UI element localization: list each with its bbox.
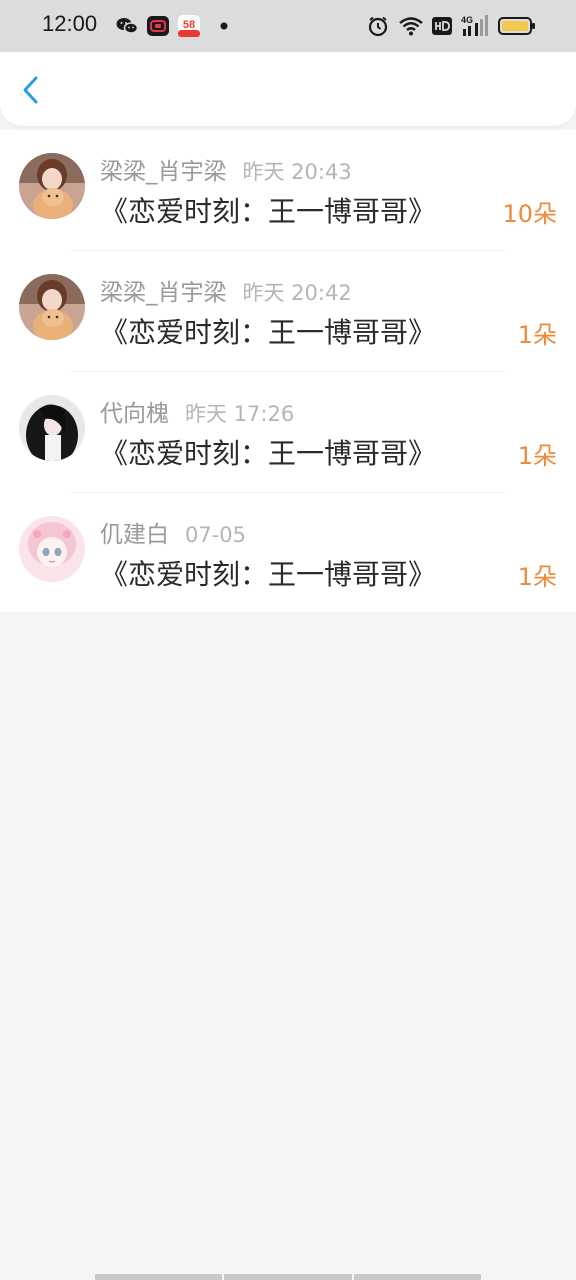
list-item[interactable]: 代向槐 昨天 17:26 《恋爱时刻：王一博哥哥》 1朵 — [0, 372, 576, 493]
app-58-icon: 58 — [178, 15, 200, 37]
sender-line: 代向槐 昨天 17:26 — [100, 394, 294, 428]
chevron-left-icon[interactable] — [14, 72, 50, 108]
work-title: 《恋爱时刻：王一博哥哥》 — [100, 195, 437, 228]
status-time: 12:00 — [42, 11, 98, 36]
send-time: 07-05 — [185, 523, 247, 547]
gesture-bar-segment — [224, 1274, 352, 1280]
send-time: 昨天 20:42 — [242, 281, 352, 305]
sender-name: 代向槐 — [100, 401, 169, 427]
gesture-bar[interactable] — [95, 1274, 481, 1280]
send-time: 昨天 20:43 — [242, 160, 352, 184]
avatar[interactable] — [19, 516, 85, 582]
send-time: 昨天 17:26 — [185, 402, 295, 426]
signal-4g-icon: 4G — [461, 15, 488, 36]
hd-icon — [432, 17, 452, 35]
work-title: 《恋爱时刻：王一博哥哥》 — [100, 316, 437, 349]
app-58-label: 58 — [183, 19, 195, 31]
sender-name: 梁梁_肖宇梁 — [100, 280, 227, 306]
flower-count: 1朵 — [517, 563, 557, 591]
list-item[interactable]: 梁梁_肖宇梁 昨天 20:43 《恋爱时刻：王一博哥哥》 10朵 — [0, 130, 576, 251]
sender-line: 仉建白 07-05 — [100, 515, 246, 549]
battery-icon — [498, 17, 535, 35]
wechat-icon — [116, 18, 139, 34]
wifi-icon — [399, 17, 423, 36]
flower-count: 10朵 — [502, 200, 557, 228]
list-item[interactable]: 梁梁_肖宇梁 昨天 20:42 《恋爱时刻：王一博哥哥》 1朵 — [0, 251, 576, 372]
svg-text:4G: 4G — [461, 15, 473, 25]
avatar[interactable] — [19, 274, 85, 340]
sender-line: 梁梁_肖宇梁 昨天 20:42 — [100, 273, 352, 307]
status-bar: 12:00 58 4G — [0, 0, 576, 52]
sender-line: 梁梁_肖宇梁 昨天 20:43 — [100, 152, 352, 186]
gesture-bar-segment — [95, 1274, 223, 1280]
gesture-bar-segment — [353, 1274, 481, 1280]
flower-count: 1朵 — [517, 321, 557, 349]
work-title: 《恋爱时刻：王一博哥哥》 — [100, 437, 437, 470]
sender-name: 仉建白 — [100, 522, 169, 548]
notification-dot-icon — [220, 22, 228, 30]
flower-count: 1朵 — [517, 442, 557, 470]
work-title: 《恋爱时刻：王一博哥哥》 — [100, 558, 437, 591]
gift-record-list: 梁梁_肖宇梁 昨天 20:43 《恋爱时刻：王一博哥哥》 10朵 梁梁_肖宇梁 昨天… — [0, 130, 576, 612]
sender-name: 梁梁_肖宇梁 — [100, 159, 227, 185]
video-app-icon — [147, 16, 169, 36]
top-header — [0, 52, 576, 126]
avatar[interactable] — [19, 153, 85, 219]
alarm-icon — [368, 16, 388, 37]
avatar[interactable] — [19, 395, 85, 461]
list-item[interactable]: 仉建白 07-05 《恋爱时刻：王一博哥哥》 1朵 — [0, 493, 576, 612]
